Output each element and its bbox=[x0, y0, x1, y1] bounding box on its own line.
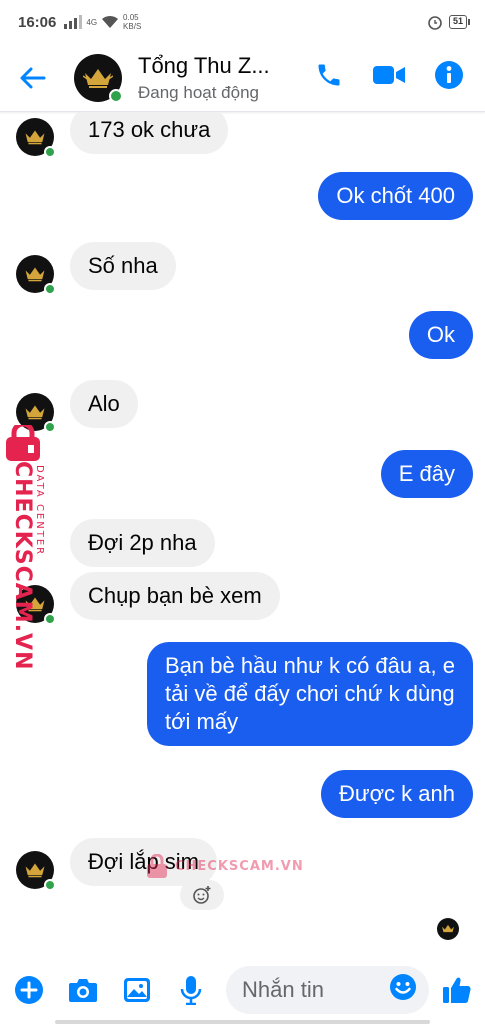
online-indicator bbox=[44, 879, 56, 891]
net-speed-unit: KB/S bbox=[123, 22, 142, 31]
crown-logo-icon bbox=[83, 68, 113, 88]
crown-logo-icon bbox=[25, 130, 45, 145]
video-call-button[interactable] bbox=[373, 63, 405, 92]
message-list[interactable]: 173 ok chưa Ok chốt 400 Số nha Ok Alo E … bbox=[0, 112, 485, 955]
online-indicator bbox=[109, 88, 123, 103]
lock-icon bbox=[6, 425, 40, 461]
info-icon bbox=[435, 61, 463, 89]
seen-receipt-avatar bbox=[437, 918, 459, 940]
add-reaction-icon bbox=[193, 886, 211, 904]
contact-status: Đang hoạt động bbox=[138, 82, 259, 102]
message-bubble-incoming[interactable]: Số nha bbox=[70, 242, 176, 290]
sender-avatar[interactable] bbox=[16, 851, 56, 891]
plus-circle-icon bbox=[15, 975, 43, 1004]
header-actions bbox=[315, 61, 463, 94]
contact-avatar[interactable] bbox=[74, 53, 123, 103]
more-actions-button[interactable] bbox=[14, 975, 44, 1005]
voice-message-button[interactable] bbox=[176, 975, 206, 1005]
network-type: 4G bbox=[86, 17, 98, 27]
watermark-vertical-subtext: DATA CENTER bbox=[34, 465, 45, 557]
sender-avatar[interactable] bbox=[16, 118, 56, 158]
camera-button[interactable] bbox=[68, 975, 98, 1005]
message-composer: Nhắn tin bbox=[0, 955, 485, 1024]
chat-header: Tổng Thu Z... Đang hoạt động bbox=[0, 44, 485, 112]
crown-logo-icon bbox=[25, 267, 45, 282]
info-button[interactable] bbox=[435, 61, 463, 94]
message-bubble-incoming[interactable]: Alo bbox=[70, 380, 138, 428]
microphone-icon bbox=[180, 975, 202, 1005]
online-indicator bbox=[44, 283, 56, 295]
back-arrow-icon bbox=[20, 67, 46, 88]
net-speed-value: 0.05 bbox=[123, 13, 139, 22]
wifi-icon bbox=[102, 15, 119, 28]
message-input-placeholder: Nhắn tin bbox=[242, 976, 324, 1002]
back-button[interactable] bbox=[18, 66, 58, 90]
message-bubble-incoming[interactable]: Đợi 2p nha bbox=[70, 519, 215, 567]
add-reaction-button[interactable] bbox=[180, 880, 224, 910]
message-bubble-incoming[interactable]: 173 ok chưa bbox=[70, 112, 229, 154]
watermark-horizontal-text: CHECKSCAM.VN bbox=[175, 858, 304, 874]
emoji-button[interactable] bbox=[389, 973, 417, 1006]
like-button[interactable] bbox=[441, 975, 473, 1005]
contact-name: Tổng Thu Z... bbox=[138, 52, 270, 78]
message-bubble-outgoing[interactable]: Ok bbox=[408, 311, 473, 359]
gallery-button[interactable] bbox=[122, 975, 152, 1005]
message-bubble-outgoing[interactable]: Được k anh bbox=[321, 770, 473, 818]
contact-info[interactable]: Tổng Thu Z... Đang hoạt động bbox=[138, 53, 315, 103]
battery-indicator: 51 bbox=[448, 15, 471, 29]
message-input[interactable]: Nhắn tin bbox=[226, 965, 429, 1014]
watermark-vertical-text: CHECKSCAM.VN bbox=[10, 461, 35, 671]
alarm-icon bbox=[428, 16, 442, 30]
crown-logo-icon bbox=[25, 405, 45, 420]
crown-logo-icon bbox=[25, 863, 45, 878]
video-camera-icon bbox=[373, 66, 405, 84]
emoji-icon bbox=[390, 974, 416, 1000]
message-bubble-outgoing[interactable]: Ok chốt 400 bbox=[318, 172, 473, 220]
crown-logo-icon bbox=[442, 924, 454, 933]
camera-icon bbox=[69, 978, 97, 1002]
thumbs-up-icon bbox=[443, 977, 471, 1003]
online-indicator bbox=[44, 146, 56, 158]
status-bar: 16:06 4G 0.05 KB/S 51 bbox=[0, 0, 485, 44]
voice-call-button[interactable] bbox=[315, 61, 343, 94]
message-bubble-incoming[interactable]: Chụp bạn bè xem bbox=[70, 572, 280, 620]
phone-icon bbox=[318, 64, 340, 86]
message-bubble-outgoing[interactable]: Bạn bè hầu như k có đâu a, e tải về để đ… bbox=[147, 642, 473, 746]
home-indicator bbox=[55, 1020, 430, 1024]
status-network: 4G 0.05 KB/S bbox=[64, 13, 141, 31]
message-bubble-outgoing[interactable]: E đây bbox=[380, 450, 473, 498]
image-icon bbox=[124, 977, 150, 1002]
status-right: 51 bbox=[427, 14, 471, 30]
watermark-vertical: CHECKSCAM.VN DATA CENTER bbox=[4, 425, 56, 670]
status-time: 16:06 bbox=[18, 13, 57, 31]
signal-icon bbox=[64, 15, 83, 29]
sender-avatar[interactable] bbox=[16, 255, 56, 295]
watermark-horizontal: CHECKSCAM.VN bbox=[145, 854, 304, 878]
lock-icon bbox=[147, 854, 167, 878]
